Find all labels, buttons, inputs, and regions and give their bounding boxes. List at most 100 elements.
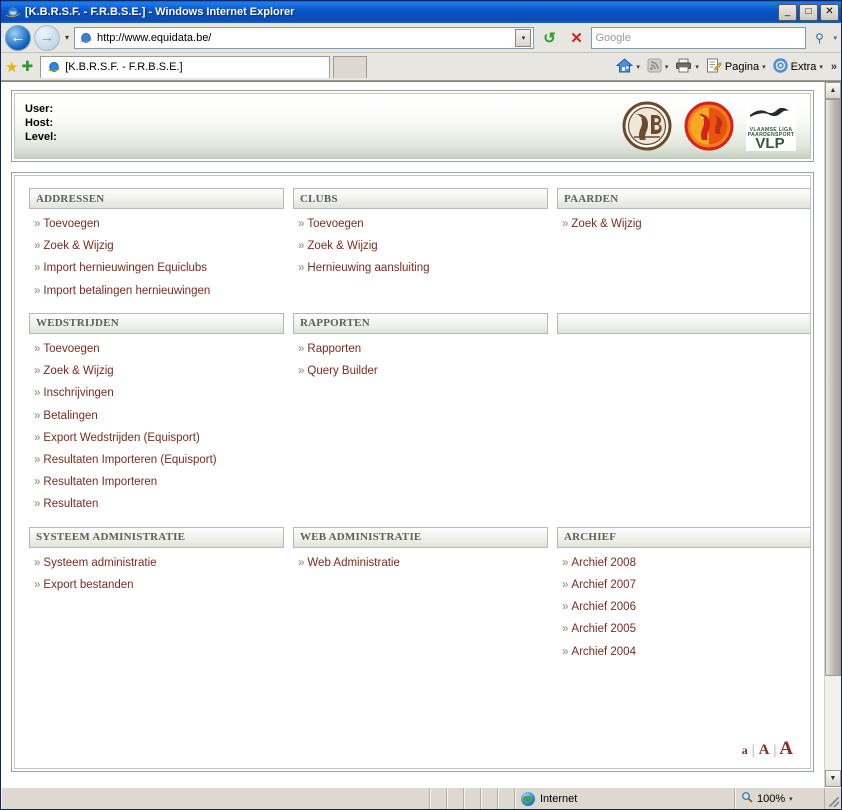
tools-caret-icon[interactable]: ▾ [819,63,823,71]
search-box[interactable]: Google [591,26,807,49]
link-wedstrijden-toevoegen[interactable]: » Toevoegen [34,343,284,356]
link-label: Import hernieuwingen Equiclubs [43,262,208,275]
link-label: Resultaten Importeren (Equisport) [43,453,217,466]
tab-favicon-icon [47,60,61,74]
panel-addressen: ADDRESSEN » Toevoegen » Zoek & Wijzig » Imp… [29,188,284,307]
feeds-caret-icon[interactable]: ▾ [665,63,669,71]
maximize-button[interactable]: □ [799,3,818,21]
panel-title-systeem-administratie: SYSTEEM ADMINISTRATIE [29,526,284,548]
link-wedstrijden-betalingen[interactable]: » Betalingen [34,410,284,423]
home-button[interactable]: ▾ [614,57,642,76]
link-wedstrijden-zoek-wijzig[interactable]: » Zoek & Wijzig [34,365,284,378]
scrollbar-track[interactable] [825,99,841,770]
search-icon[interactable]: ⚲ [809,28,829,48]
panel-title-rapporten: RAPPORTEN [293,312,548,334]
link-label: Betalingen [43,409,98,422]
new-tab-button[interactable] [333,55,368,78]
tab-kbrsf[interactable]: [K.B.R.S.F. - F.R.B.S.E.] [40,55,331,78]
link-paarden-zoek-wijzig[interactable]: » Zoek & Wijzig [562,218,810,231]
page-caret-icon[interactable]: ▾ [762,63,766,71]
status-message [1,788,430,809]
globe-icon [521,791,535,806]
forward-button[interactable]: → [34,24,60,51]
tools-menu-button[interactable]: Extra ▾ [771,57,825,76]
chevron-icon: » [34,453,41,466]
link-clubs-toevoegen[interactable]: » Toevoegen [298,218,548,231]
logo-group: VLAAMSE LIGA PAARDENSPORT VLP [622,101,800,152]
chevron-icon: » [34,387,41,400]
link-wedstrijden-export-equisport[interactable]: » Export Wedstrijden (Equisport) [34,432,284,445]
print-caret-icon[interactable]: ▾ [695,63,699,71]
favorites-star-icon[interactable]: ★ [5,58,18,76]
print-button[interactable]: ▾ [673,58,701,76]
chevron-icon: » [298,240,305,253]
stop-button[interactable]: ✕ [564,26,588,50]
font-size-medium-button[interactable]: A [755,742,774,759]
chevron-icon: » [298,218,305,230]
search-input[interactable]: Google [595,32,802,44]
toolbar-overflow-icon[interactable]: » [828,61,837,73]
scrollbar-thumb[interactable] [825,99,841,677]
link-systeem-administratie[interactable]: » Systeem administratie [34,557,284,570]
security-zone[interactable]: Internet [515,788,735,809]
page-menu-button[interactable]: Pagina ▾ [704,58,768,76]
link-archief-2006[interactable]: » Archief 2006 [562,601,810,614]
link-archief-2005[interactable]: » Archief 2005 [562,623,810,636]
link-web-administratie[interactable]: » Web Administratie [298,557,548,570]
resize-grip[interactable] [825,788,841,809]
search-provider-caret-icon[interactable]: ▾ [832,34,837,42]
link-wedstrijden-resultaten[interactable]: » Resultaten [34,498,284,511]
panel-links-paarden: » Zoek & Wijzig [557,209,810,231]
add-favorite-icon[interactable]: ✚ [21,58,33,75]
xenco-logo[interactable]: X enco [536,786,575,788]
link-label: Query Builder [307,365,378,378]
history-dropdown-icon[interactable]: ▾ [63,33,71,42]
status-slot-2 [447,788,464,809]
link-addressen-zoek-wijzig[interactable]: » Zoek & Wijzig [34,240,284,253]
link-archief-2008[interactable]: » Archief 2008 [562,557,810,570]
link-label: Rapporten [307,342,362,355]
panel-web-administratie: WEB ADMINISTRATIE » Web Administratie [293,526,548,668]
link-addressen-import-betalingen-hernieuwingen[interactable]: » Import betalingen hernieuwingen [34,285,284,298]
scroll-up-button[interactable]: ▲ [825,82,841,99]
scroll-down-button[interactable]: ▼ [825,770,841,787]
feeds-button[interactable]: ▾ [645,58,671,76]
tab-bar: ★ ✚ [K.B.R.S.F. - F.R.B.S.E.] ▾ ▾ ▾ Pagi… [1,53,841,81]
link-addressen-import-hernieuwingen-equiclubs[interactable]: » Import hernieuwingen Equiclubs [34,262,284,275]
chevron-icon: » [34,578,41,591]
close-button[interactable]: ✕ [820,3,839,21]
vertical-scrollbar[interactable]: ▲ ▼ [824,82,841,787]
status-slot-1 [430,788,447,809]
chevron-icon: » [34,409,41,422]
chevron-icon: » [562,623,569,636]
refresh-button[interactable]: ↺ [537,26,561,50]
url-dropdown-icon[interactable]: ▾ [515,28,532,47]
zoom-caret-icon[interactable]: ▾ [789,795,793,803]
link-archief-2004[interactable]: » Archief 2004 [562,646,810,659]
link-rapporten-query-builder[interactable]: » Query Builder [298,365,548,378]
link-label: Zoek & Wijzig [43,365,114,378]
link-wedstrijden-inschrijvingen[interactable]: » Inschrijvingen [34,387,284,400]
title-bar: [K.B.R.S.F. - F.R.B.S.E.] - Windows Inte… [1,1,841,23]
link-export-bestanden[interactable]: » Export bestanden [34,579,284,592]
minimize-button[interactable]: _ [778,3,797,21]
panel-empty [557,312,810,521]
link-archief-2007[interactable]: » Archief 2007 [562,578,810,592]
link-addressen-toevoegen[interactable]: » Toevoegen [34,218,284,231]
link-wedstrijden-resultaten-importeren[interactable]: » Resultaten Importeren [34,476,284,489]
menu-row-2: WEDSTRIJDEN » Toevoegen » Zoek & Wijzig » I… [29,312,810,521]
zoom-control[interactable]: 100% ▾ [735,788,825,809]
font-size-large-button[interactable]: A [776,738,796,760]
link-clubs-zoek-wijzig[interactable]: » Zoek & Wijzig [298,240,548,253]
link-label: Inschrijvingen [43,387,114,400]
panel-rapporten: RAPPORTEN » Rapporten » Query Builder [293,312,548,521]
url-input[interactable]: http://www.equidata.be/ ▾ [74,26,535,49]
link-clubs-hernieuwing-aansluiting[interactable]: » Hernieuwing aansluiting [298,262,548,275]
home-caret-icon[interactable]: ▾ [636,63,640,71]
link-label: Archief 2007 [571,578,636,591]
font-size-small-button[interactable]: a [738,743,752,758]
feeds-icon [647,58,662,76]
link-rapporten-rapporten[interactable]: » Rapporten [298,343,548,356]
back-button[interactable]: ← [5,24,31,51]
link-wedstrijden-resultaten-importeren-equisport[interactable]: » Resultaten Importeren (Equisport) [34,454,284,467]
